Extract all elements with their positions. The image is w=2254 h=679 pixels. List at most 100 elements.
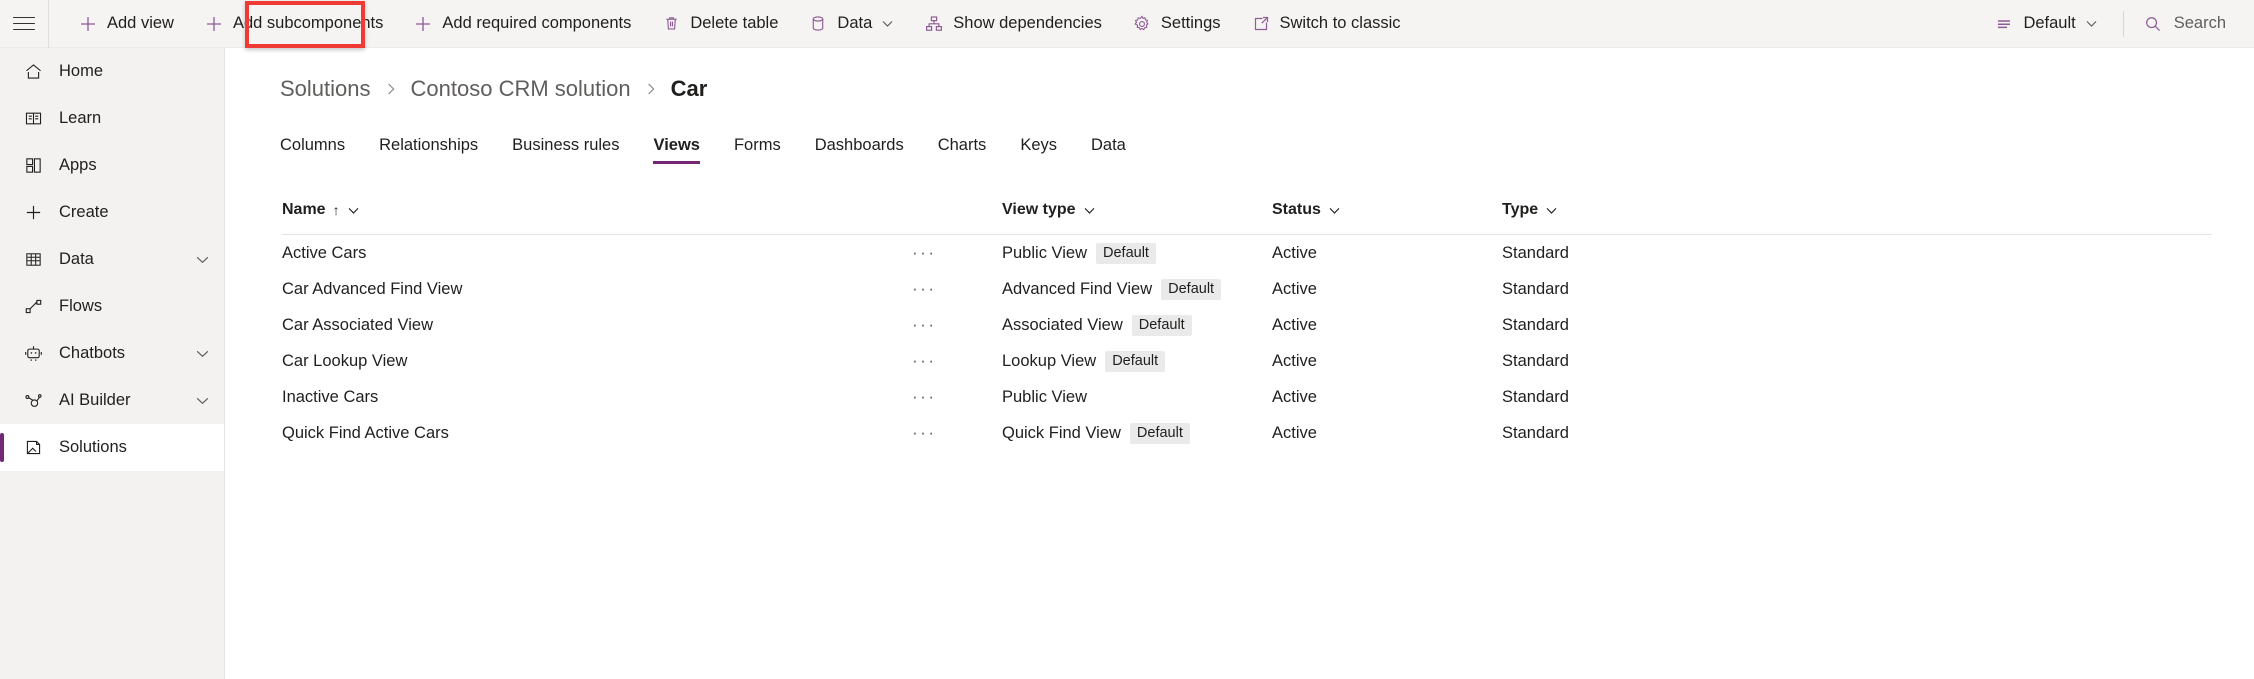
hierarchy-icon — [924, 14, 944, 34]
show-dependencies-label: Show dependencies — [953, 14, 1102, 33]
main-content: Solutions Contoso CRM solution Car Colum… — [226, 48, 2254, 679]
sidebar-item-data[interactable]: Data — [0, 236, 224, 283]
data-menu-button[interactable]: Data — [795, 4, 907, 44]
sidebar-item-home[interactable]: Home — [0, 48, 224, 95]
flow-icon — [22, 296, 44, 318]
sidebar-item-solutions[interactable]: Solutions — [0, 424, 224, 471]
table-row[interactable]: Active Cars···Public ViewDefaultActiveSt… — [282, 235, 2212, 271]
cell-type: Standard — [1502, 316, 1762, 335]
cell-overflow: ··· — [912, 356, 1002, 366]
column-header-type-label: Type — [1502, 201, 1538, 219]
more-options-icon[interactable]: ··· — [912, 284, 936, 294]
delete-table-button[interactable]: Delete table — [648, 4, 791, 44]
table-row[interactable]: Car Lookup View···Lookup ViewDefaultActi… — [282, 343, 2212, 379]
view-name-link[interactable]: Car Lookup View — [282, 352, 407, 370]
settings-label: Settings — [1161, 14, 1221, 33]
page-title: Car — [671, 76, 708, 102]
cell-view-type: Public ViewDefault — [1002, 243, 1272, 264]
tab-views[interactable]: Views — [653, 136, 699, 164]
table-row[interactable]: Quick Find Active Cars···Quick Find View… — [282, 415, 2212, 451]
cell-status: Active — [1272, 280, 1502, 299]
table-row[interactable]: Car Advanced Find View···Advanced Find V… — [282, 271, 2212, 307]
add-required-components-button[interactable]: Add required components — [400, 4, 644, 44]
sidebar: Home Learn Apps Cr — [0, 48, 225, 679]
table-icon — [22, 249, 44, 271]
add-subcomponents-button[interactable]: Add subcomponents — [191, 4, 396, 44]
tab-keys[interactable]: Keys — [1020, 136, 1057, 164]
cell-overflow: ··· — [912, 428, 1002, 438]
hamburger-bars — [13, 12, 35, 35]
cell-view-type: Associated ViewDefault — [1002, 315, 1272, 336]
tab-dashboards[interactable]: Dashboards — [815, 136, 904, 164]
cell-name: Active Cars — [282, 244, 912, 263]
cell-name: Car Lookup View — [282, 352, 912, 371]
sidebar-item-ai-builder[interactable]: AI Builder — [0, 377, 224, 424]
table-row[interactable]: Inactive Cars···Public ViewActiveStandar… — [282, 379, 2212, 415]
tab-business-rules[interactable]: Business rules — [512, 136, 619, 164]
sidebar-item-learn[interactable]: Learn — [0, 95, 224, 142]
cell-name: Quick Find Active Cars — [282, 424, 912, 443]
search-input[interactable]: Search — [2134, 4, 2236, 44]
cell-name: Car Associated View — [282, 316, 912, 335]
plus-icon — [204, 14, 224, 34]
column-header-name[interactable]: Name ↑ — [282, 201, 912, 219]
solutions-icon — [22, 437, 44, 459]
cell-type: Standard — [1502, 388, 1762, 407]
view-type-label: Public View — [1002, 244, 1087, 263]
tab-charts[interactable]: Charts — [938, 136, 987, 164]
views-table: Name ↑ View type Status — [226, 192, 2254, 451]
sidebar-item-apps[interactable]: Apps — [0, 142, 224, 189]
plus-icon — [22, 202, 44, 224]
column-header-type[interactable]: Type — [1502, 201, 1762, 219]
switch-to-classic-button[interactable]: Switch to classic — [1238, 4, 1414, 44]
more-options-icon[interactable]: ··· — [912, 356, 936, 366]
sidebar-item-label: Solutions — [59, 438, 210, 457]
chevron-down-icon — [195, 252, 210, 267]
view-name-link[interactable]: Active Cars — [282, 244, 366, 262]
hamburger-menu-icon[interactable] — [0, 0, 48, 48]
tab-forms[interactable]: Forms — [734, 136, 781, 164]
more-options-icon[interactable]: ··· — [912, 392, 936, 402]
environment-icon — [1994, 14, 2014, 34]
delete-table-label: Delete table — [690, 14, 778, 33]
sidebar-item-label: Chatbots — [59, 344, 195, 363]
breadcrumb-item-solutions[interactable]: Solutions — [280, 76, 371, 102]
default-badge: Default — [1132, 315, 1192, 336]
sidebar-item-create[interactable]: Create — [0, 189, 224, 236]
view-name-link[interactable]: Car Associated View — [282, 316, 433, 334]
environment-selector[interactable]: Default — [1981, 4, 2110, 44]
tab-columns[interactable]: Columns — [280, 136, 345, 164]
view-name-link[interactable]: Car Advanced Find View — [282, 280, 462, 298]
cell-overflow: ··· — [912, 320, 1002, 330]
settings-button[interactable]: Settings — [1119, 4, 1234, 44]
view-type-label: Public View — [1002, 388, 1087, 407]
table-row[interactable]: Car Associated View ··· Associated ViewDef… — [282, 307, 2212, 343]
column-header-status[interactable]: Status — [1272, 201, 1502, 219]
view-name-link[interactable]: Quick Find Active Cars — [282, 424, 449, 442]
search-placeholder: Search — [2174, 14, 2226, 33]
hamburger-bar-3 — [13, 29, 35, 31]
default-badge: Default — [1130, 423, 1190, 444]
breadcrumb-item-solution[interactable]: Contoso CRM solution — [411, 76, 631, 102]
sidebar-item-label: Data — [59, 250, 195, 269]
add-view-button[interactable]: Add view — [65, 4, 187, 44]
show-dependencies-button[interactable]: Show dependencies — [911, 4, 1115, 44]
database-icon — [808, 14, 828, 34]
column-header-view-type[interactable]: View type — [1002, 201, 1272, 219]
sidebar-item-flows[interactable]: Flows — [0, 283, 224, 330]
tab-relationships[interactable]: Relationships — [379, 136, 478, 164]
plus-icon — [413, 14, 433, 34]
open-in-new-icon — [1251, 14, 1271, 34]
more-options-icon[interactable]: ··· — [912, 428, 936, 438]
sidebar-item-chatbots[interactable]: Chatbots — [0, 330, 224, 377]
more-options-icon[interactable]: ··· — [912, 320, 936, 330]
environment-label: Default — [2023, 14, 2075, 33]
hamburger-bar-1 — [13, 17, 35, 19]
default-badge: Default — [1105, 351, 1165, 372]
home-icon — [22, 61, 44, 83]
tab-data[interactable]: Data — [1091, 136, 1126, 164]
chevron-down-icon — [195, 346, 210, 361]
view-name-link[interactable]: Inactive Cars — [282, 388, 378, 406]
more-options-icon[interactable]: ··· — [912, 248, 936, 258]
chevron-down-icon — [195, 393, 210, 408]
